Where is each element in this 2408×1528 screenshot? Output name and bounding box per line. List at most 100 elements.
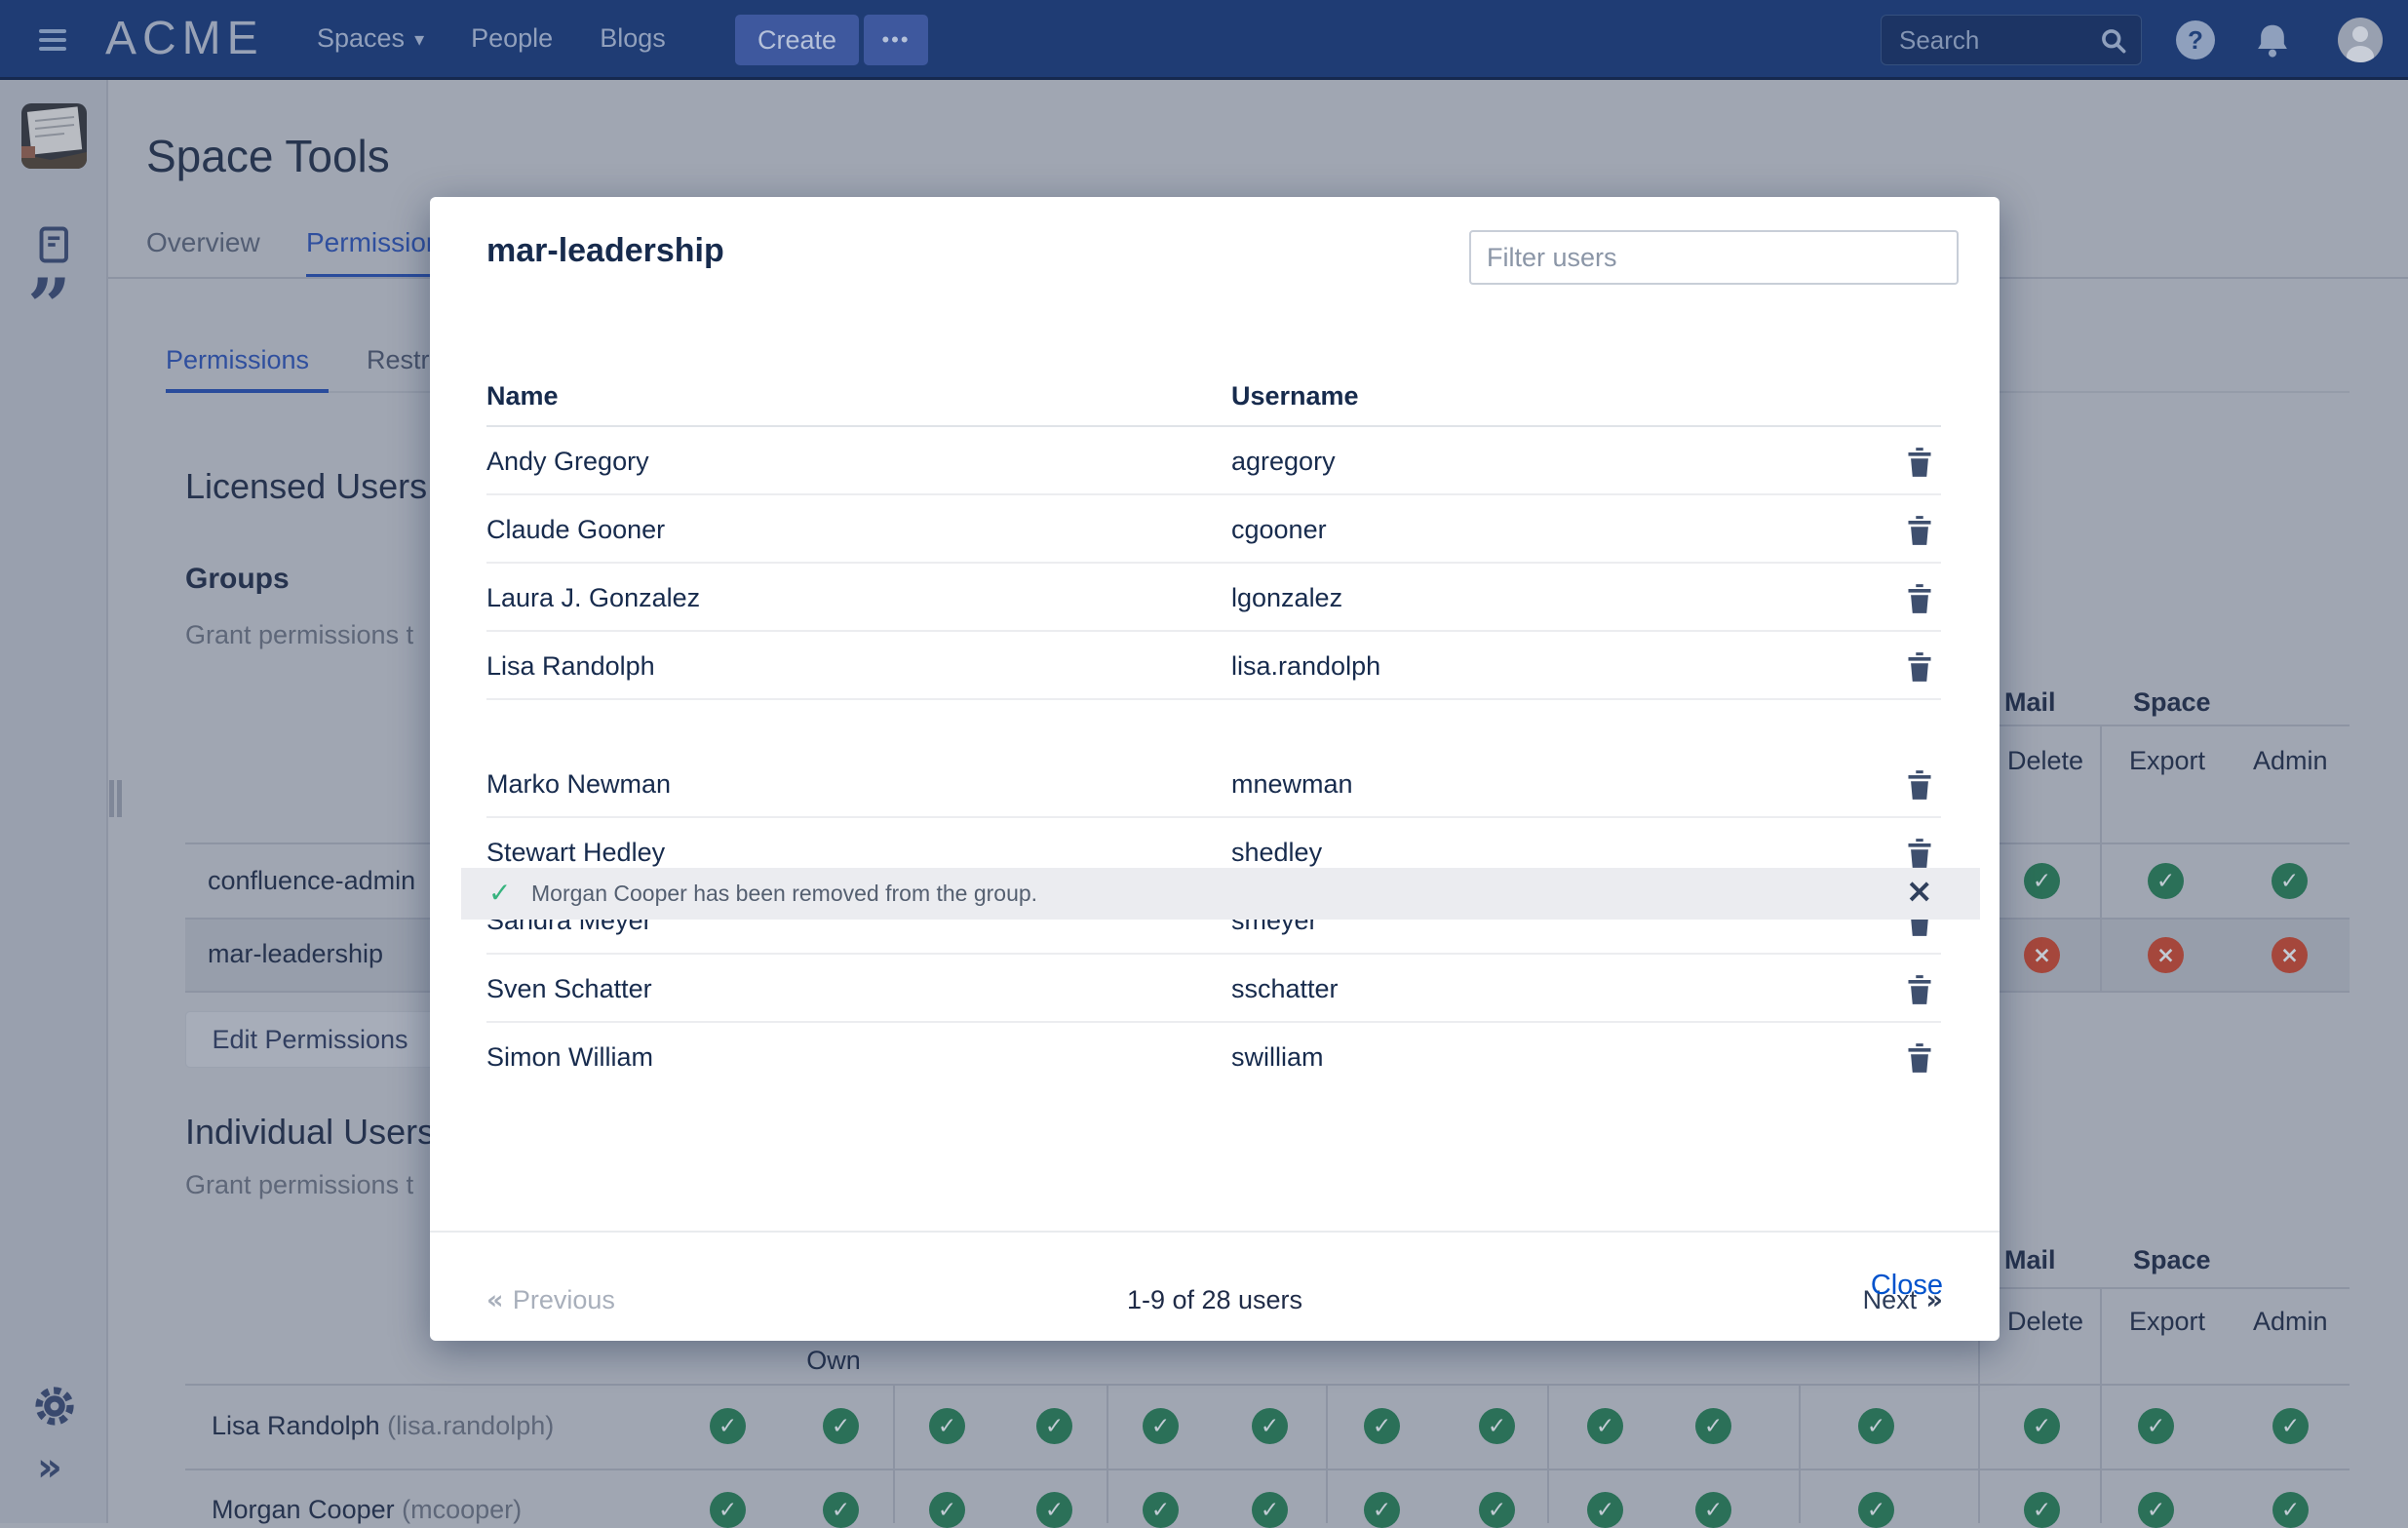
group-row-confluence-admin[interactable]: confluence-admin xyxy=(208,866,415,896)
member-name: Lisa Randolph xyxy=(486,651,655,682)
denied-icon: × xyxy=(2024,937,2060,973)
remove-member-trash-icon[interactable] xyxy=(1900,1039,1939,1078)
denied-icon: × xyxy=(2272,937,2308,973)
remove-member-trash-icon[interactable] xyxy=(1900,580,1939,619)
member-name: Andy Gregory xyxy=(486,447,649,477)
allowed-icon: ✓ xyxy=(2272,1408,2309,1444)
column-username: Username xyxy=(1231,381,1359,411)
nav-item-people[interactable]: People xyxy=(471,23,553,54)
allowed-icon: ✓ xyxy=(1143,1492,1179,1528)
individual-users-heading: Individual Users xyxy=(185,1112,435,1153)
group-members-dialog: mar-leadership Name Username Andy Gregor… xyxy=(430,197,2000,1341)
allowed-icon: ✓ xyxy=(823,1408,859,1444)
more-actions-button[interactable]: ••• xyxy=(864,15,928,65)
column-group-space: Space xyxy=(2133,1245,2211,1275)
user-row-morgan-cooper[interactable]: Morgan Cooper (mcooper) xyxy=(212,1495,522,1525)
remove-member-trash-icon[interactable] xyxy=(1900,648,1939,687)
member-username: lisa.randolph xyxy=(1231,651,1380,682)
brand-logo[interactable]: ACME xyxy=(105,0,264,77)
groups-description: Grant permissions t xyxy=(185,620,413,650)
filter-users-input[interactable] xyxy=(1469,230,1959,285)
allowed-icon: ✓ xyxy=(929,1408,965,1444)
user-username: (lisa.randolph) xyxy=(387,1411,554,1440)
denied-icon: × xyxy=(2148,937,2184,973)
person-icon xyxy=(2338,18,2383,62)
allowed-icon: ✓ xyxy=(1036,1408,1072,1444)
success-check-icon: ✓ xyxy=(488,877,511,909)
allowed-icon: ✓ xyxy=(823,1492,859,1528)
remove-member-trash-icon[interactable] xyxy=(1900,971,1939,1010)
create-button[interactable]: Create xyxy=(735,15,859,65)
allowed-icon: ✓ xyxy=(1695,1408,1731,1444)
user-row-lisa-randolph[interactable]: Lisa Randolph (lisa.randolph) xyxy=(212,1411,554,1441)
member-row: Lisa Randolph lisa.randolph xyxy=(486,632,1941,700)
nav-item-label: Blogs xyxy=(600,23,666,54)
allowed-icon: ✓ xyxy=(1479,1492,1515,1528)
close-dialog-button[interactable]: Close xyxy=(1871,1270,1943,1302)
notification-close-icon[interactable]: × xyxy=(1906,872,1934,911)
groups-heading: Groups xyxy=(185,563,290,596)
member-name: Sven Schatter xyxy=(486,974,652,1004)
allowed-icon: ✓ xyxy=(1036,1492,1072,1528)
active-subtab-underline xyxy=(166,389,329,393)
tab-overview[interactable]: Overview xyxy=(146,227,260,258)
member-name: Claude Gooner xyxy=(486,515,665,545)
allowed-icon: ✓ xyxy=(1364,1492,1400,1528)
nav-item-blogs[interactable]: Blogs xyxy=(600,23,666,54)
licensed-users-heading: Licensed Users xyxy=(185,466,427,507)
user-avatar[interactable] xyxy=(2338,18,2383,62)
allowed-icon: ✓ xyxy=(929,1492,965,1528)
search-box xyxy=(1881,15,2142,65)
allowed-icon: ✓ xyxy=(1858,1492,1894,1528)
nav-item-label: Spaces xyxy=(317,23,405,54)
members-table-header: Name Username xyxy=(486,367,1941,427)
subtab-permissions[interactable]: Permissions xyxy=(166,345,309,375)
column-export: Export xyxy=(2129,746,2205,776)
user-username: (mcooper) xyxy=(402,1495,522,1524)
allowed-icon: ✓ xyxy=(2024,1408,2060,1444)
search-icon[interactable] xyxy=(2100,27,2127,55)
remove-member-trash-icon[interactable] xyxy=(1900,766,1939,805)
member-username: lgonzalez xyxy=(1231,583,1342,613)
table-border xyxy=(1799,1384,1801,1523)
allowed-icon: ✓ xyxy=(2024,1492,2060,1528)
group-row-mar-leadership[interactable]: mar-leadership xyxy=(208,939,383,969)
member-row: Claude Gooner cgooner xyxy=(486,495,1941,564)
remove-member-trash-icon[interactable] xyxy=(1900,444,1939,483)
allowed-icon: ✓ xyxy=(710,1408,746,1444)
hamburger-menu-icon[interactable] xyxy=(39,29,66,51)
remove-member-trash-icon[interactable] xyxy=(1900,512,1939,551)
column-group-mail: Mail xyxy=(2004,687,2056,718)
member-username: shedley xyxy=(1231,838,1322,868)
member-name: Laura J. Gonzalez xyxy=(486,583,700,613)
user-name: Lisa Randolph xyxy=(212,1411,380,1440)
member-row: Laura J. Gonzalez lgonzalez xyxy=(486,564,1941,632)
individual-users-description: Grant permissions t xyxy=(185,1170,413,1200)
pane-resize-handle[interactable] xyxy=(109,780,125,817)
edit-permissions-button[interactable]: Edit Permissions xyxy=(185,1011,435,1068)
help-icon[interactable]: ? xyxy=(2176,20,2215,59)
nav-menu: Spaces ▾ People Blogs xyxy=(317,0,666,77)
table-border xyxy=(1978,725,2350,726)
column-delete: Delete xyxy=(2007,746,2083,776)
member-username: mnewman xyxy=(1231,769,1353,800)
allowed-icon: ✓ xyxy=(1587,1408,1623,1444)
table-border xyxy=(1107,1384,1108,1523)
allowed-icon: ✓ xyxy=(1479,1408,1515,1444)
allowed-icon: ✓ xyxy=(2138,1408,2174,1444)
top-navbar: ACME Spaces ▾ People Blogs Create ••• ? xyxy=(0,0,2408,80)
table-border xyxy=(2100,1287,2102,1523)
nav-item-spaces[interactable]: Spaces ▾ xyxy=(317,23,424,54)
member-name: Marko Newman xyxy=(486,769,671,800)
allowed-icon: ✓ xyxy=(2272,1492,2309,1528)
column-export: Export xyxy=(2129,1307,2205,1337)
table-border xyxy=(185,1384,2350,1386)
member-row: Simon William swilliam xyxy=(486,1023,1941,1091)
member-username: sschatter xyxy=(1231,974,1339,1004)
member-name: Stewart Hedley xyxy=(486,838,665,868)
allowed-icon: ✓ xyxy=(2148,863,2184,899)
notifications-bell-icon[interactable] xyxy=(2252,21,2293,60)
member-username: cgooner xyxy=(1231,515,1327,545)
table-border xyxy=(1547,1384,1549,1523)
search-input[interactable] xyxy=(1899,16,2084,64)
